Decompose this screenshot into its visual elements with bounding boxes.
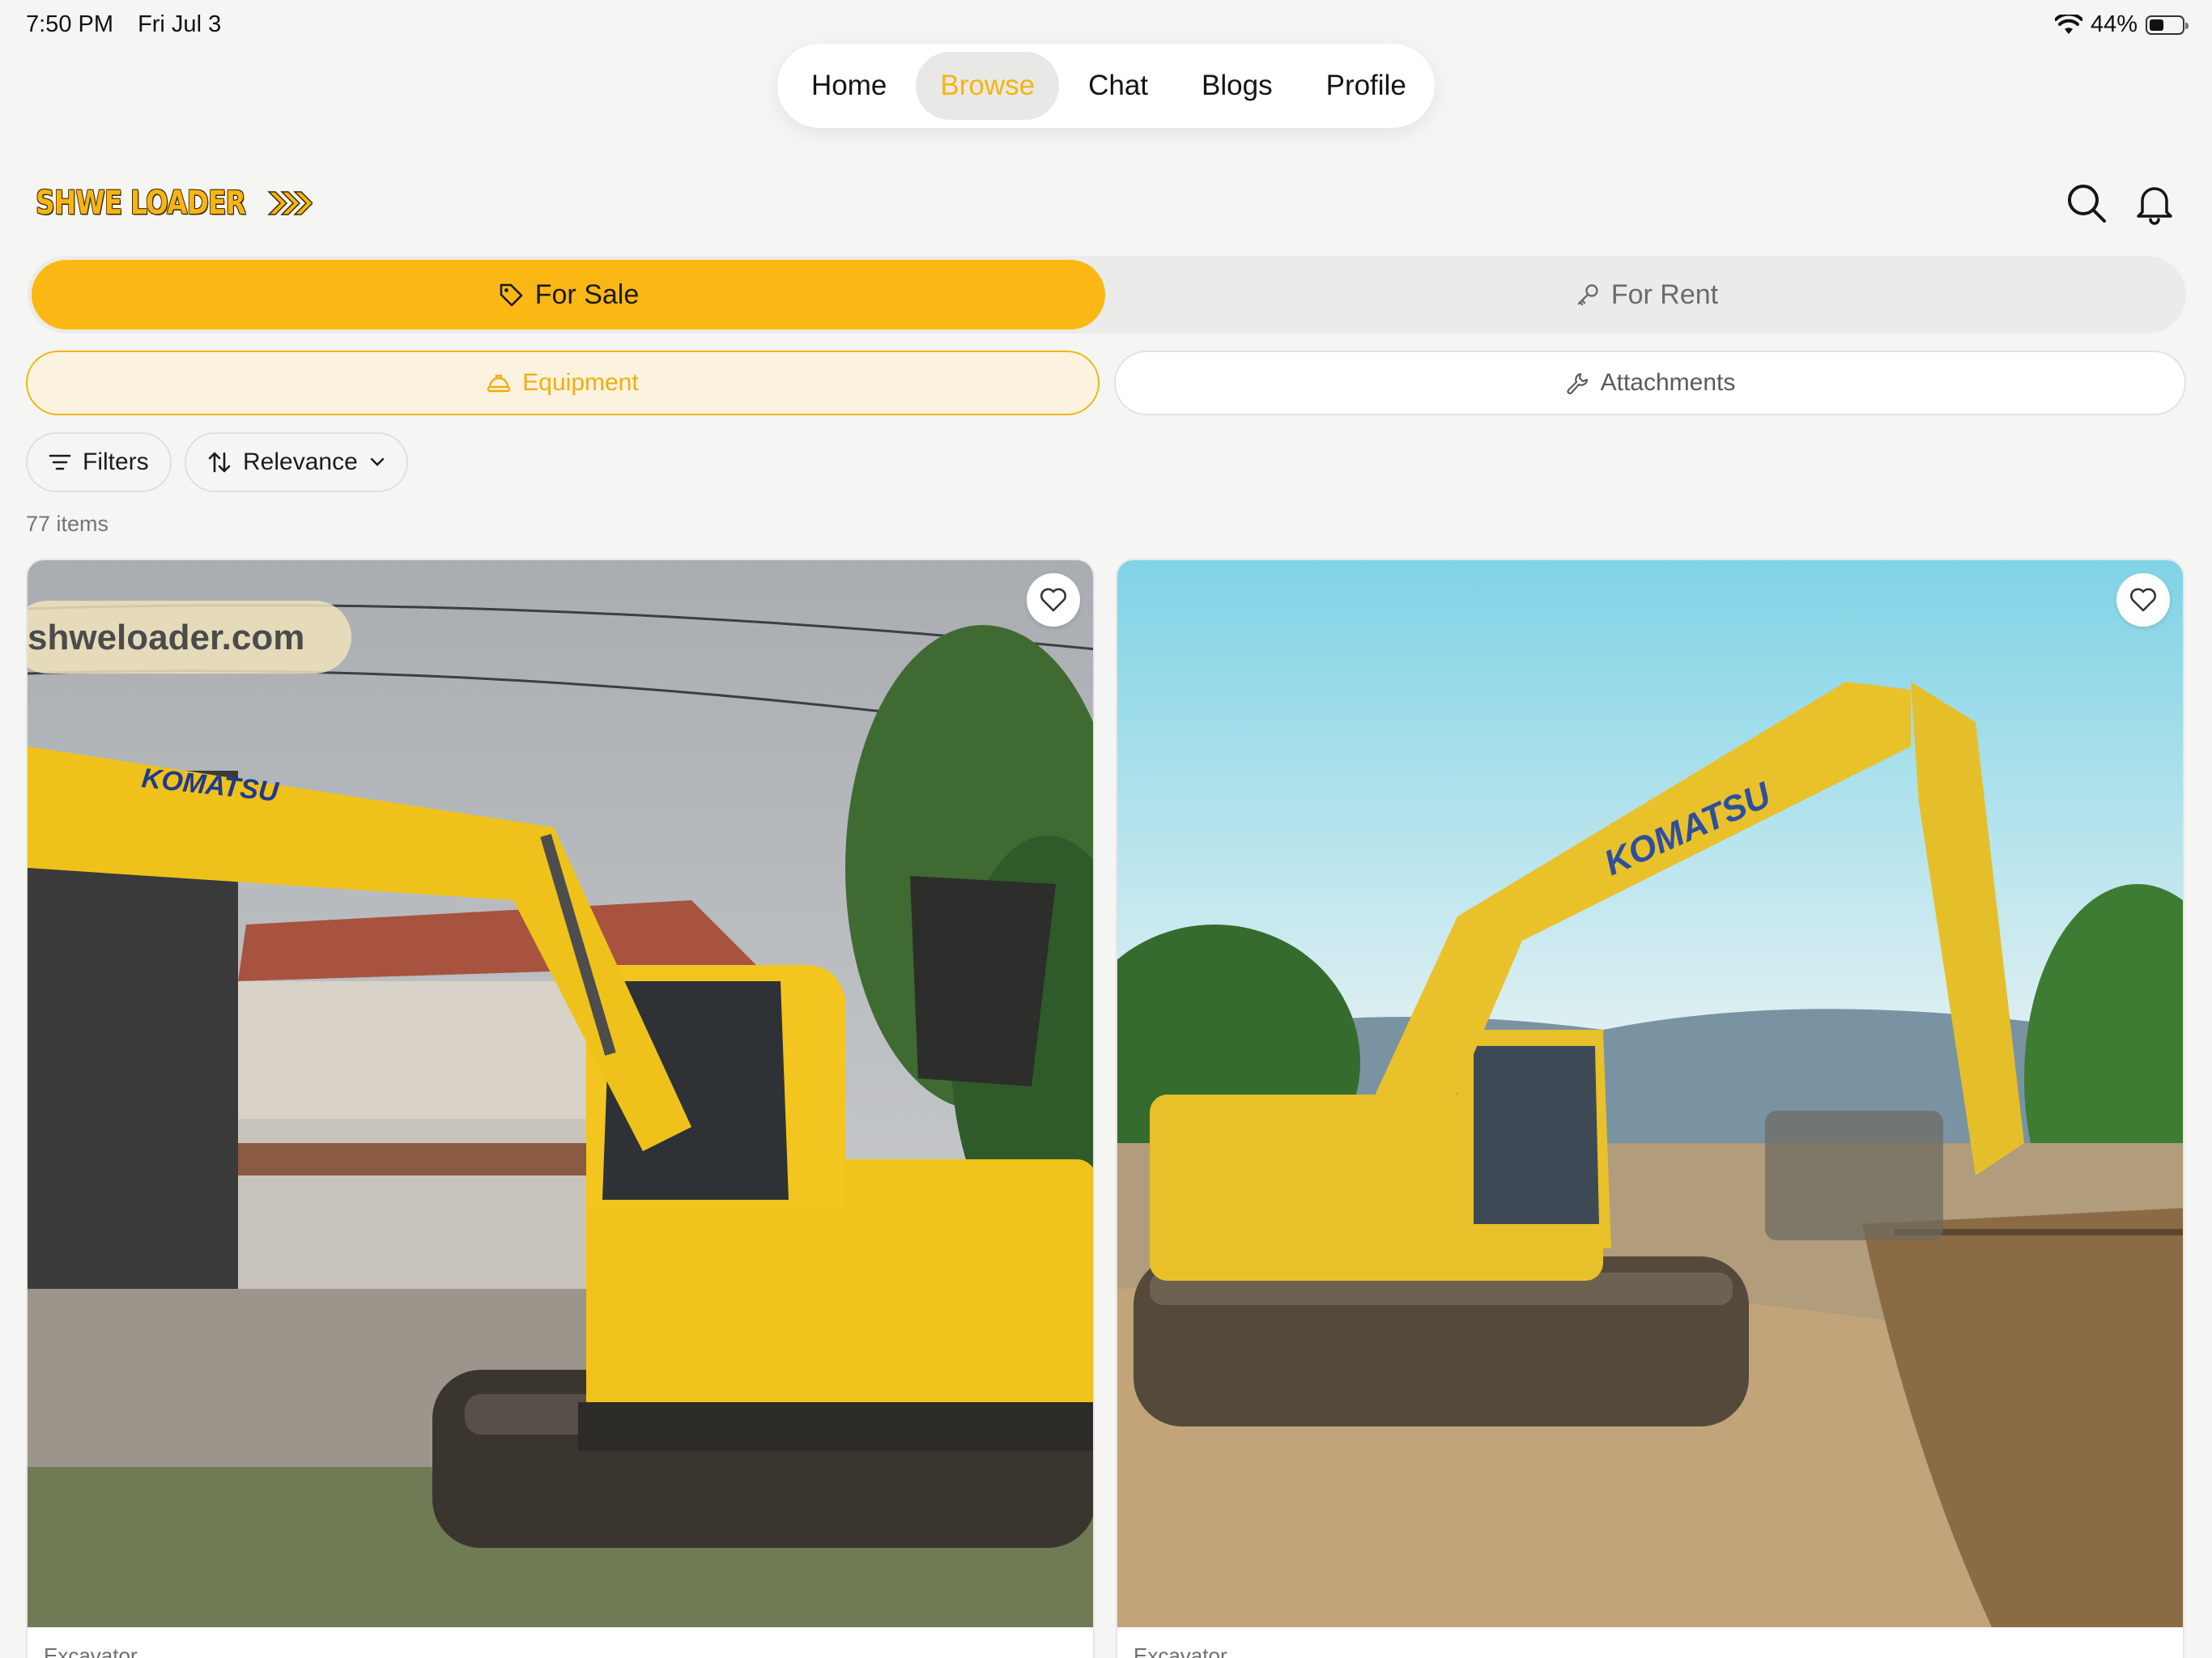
equipment-tab[interactable]: Equipment [26, 351, 1100, 415]
key-icon [1577, 284, 1598, 306]
nav-home[interactable]: Home [787, 52, 911, 120]
nav-profile[interactable]: Profile [1302, 52, 1431, 120]
favorite-button[interactable] [2116, 573, 2170, 627]
nav-chat[interactable]: Chat [1064, 52, 1172, 120]
sort-dropdown[interactable]: Relevance [185, 432, 408, 492]
filters-button[interactable]: Filters [26, 432, 172, 492]
equipment-label: Equipment [522, 369, 639, 396]
sort-label: Relevance [243, 449, 358, 475]
for-rent-tab[interactable]: For Rent [1112, 260, 2181, 329]
bell-icon[interactable] [2133, 181, 2176, 225]
results-count: 77 items [26, 512, 109, 536]
attachments-tab[interactable]: Attachments [1114, 351, 2186, 415]
battery-percent: 44% [2090, 11, 2138, 37]
tag-icon [500, 283, 523, 307]
status-bar-left: 7:50 PM Fri Jul 3 [26, 11, 221, 38]
app-screen: 7:50 PM Fri Jul 3 44% Home Browse Chat B… [0, 0, 2212, 1658]
hard-hat-icon [487, 374, 511, 393]
photo-watermark: shweloader.com [28, 618, 304, 657]
listing-card[interactable]: KOMATSU Excavator [1116, 559, 2184, 1658]
sort-arrows-icon [208, 452, 231, 473]
listing-photo: KOMATSU [1117, 560, 2183, 1627]
logo-text: SHWE LOADER [36, 185, 246, 222]
battery-icon [2146, 15, 2189, 35]
status-bar-right: 44% [2054, 11, 2189, 38]
chevrons-logo-icon [267, 191, 313, 215]
chevron-down-icon [370, 457, 384, 466]
filter-lines-icon [49, 454, 71, 470]
heart-icon [2130, 588, 2156, 612]
wifi-icon [2054, 14, 2082, 34]
wrench-icon [1567, 372, 1588, 395]
for-rent-label: For Rent [1610, 278, 1719, 310]
for-sale-label: For Sale [534, 278, 640, 310]
listing-category: Excavator [44, 1643, 138, 1658]
filters-label: Filters [83, 449, 149, 475]
battery-fill [2150, 19, 2163, 31]
brand-logo[interactable]: SHWE LOADER [36, 185, 313, 222]
favorite-button[interactable] [1027, 573, 1080, 627]
status-time: 7:50 PM [26, 11, 113, 37]
status-date: Fri Jul 3 [138, 11, 222, 37]
listing-category: Excavator [1134, 1643, 1227, 1658]
search-icon[interactable] [2065, 181, 2108, 225]
nav-blogs[interactable]: Blogs [1177, 52, 1297, 120]
nav-browse[interactable]: Browse [916, 52, 1060, 120]
listing-card[interactable]: shweloader.com KOMATSU Excavator [26, 559, 1095, 1658]
attachments-label: Attachments [1600, 369, 1736, 396]
top-nav: Home Browse Chat Blogs Profile [777, 44, 1435, 128]
listing-photo: shweloader.com KOMATSU [28, 560, 1093, 1627]
for-sale-tab[interactable]: For Sale [32, 260, 1105, 329]
listing-type-toggle: For Sale For Rent [28, 256, 2186, 334]
heart-icon [1040, 588, 1066, 612]
